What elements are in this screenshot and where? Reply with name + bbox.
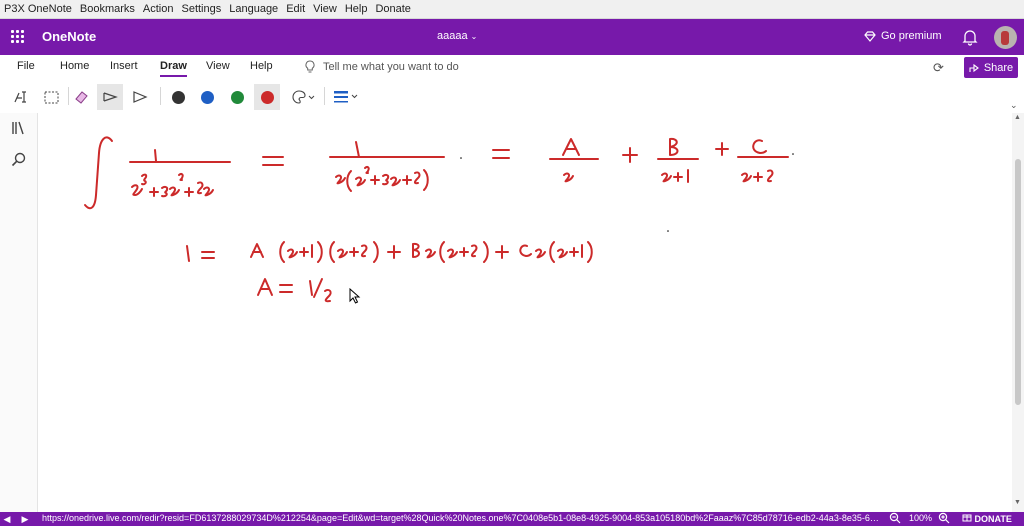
pen-color-swatch [171,90,185,104]
highlighter-tool-glyph [133,91,148,103]
toolbar-divider [324,87,325,105]
collapse-ribbon-icon[interactable]: ⌄ [1010,100,1018,111]
share-label: Share [983,61,1014,74]
back-arrow-icon[interactable]: ◀ [0,514,14,525]
diamond-icon [864,30,876,42]
sync-icon[interactable]: ⟳ [933,60,944,76]
notebooks-library-icon[interactable] [10,119,28,137]
tab-insert[interactable]: Insert [110,60,138,72]
pen-color-black[interactable] [165,84,191,110]
draw-toolbar [0,81,1024,112]
notebook-name: aaaaa [437,30,468,42]
pen-color-blue[interactable] [194,84,220,110]
zoom-out-icon[interactable] [889,512,901,524]
left-navigation [0,113,38,512]
menu-donate[interactable]: Donate [371,3,414,15]
handwritten-ink [84,136,794,303]
tell-me-placeholder: Tell me what you want to do [323,60,459,73]
lightbulb-icon [305,60,315,73]
tab-help[interactable]: Help [250,60,273,72]
status-bar: ◀ ▶ https://onedrive.live.com/redir?resi… [0,512,1024,526]
notifications-bell-icon[interactable] [962,28,978,46]
notebook-title[interactable]: aaaaa ⌄ [437,30,477,42]
highlighter-tool-icon[interactable] [127,84,153,110]
eraser-glyph [74,91,88,104]
pen-tool-glyph [103,92,118,102]
menu-help[interactable]: Help [341,3,372,15]
scrollbar-thumb[interactable] [1015,159,1021,405]
line-weight-dropdown[interactable] [330,84,362,110]
pen-color-swatch [230,90,244,104]
note-canvas[interactable] [38,113,1012,512]
palette-icon [292,90,315,104]
tab-home[interactable]: Home [60,60,89,72]
type-select-icon[interactable] [8,84,34,110]
menu-action[interactable]: Action [139,3,178,15]
lasso-select-glyph [44,91,58,103]
share-icon [969,63,979,72]
pen-color-green[interactable] [224,84,250,110]
app-brand[interactable]: OneNote [42,29,96,44]
share-button[interactable]: Share [964,57,1018,78]
vertical-scrollbar[interactable]: ▲ ▼ [1012,113,1024,512]
menu-app-title[interactable]: P3X OneNote [0,3,76,15]
scroll-down-icon[interactable]: ▼ [1014,499,1021,506]
donate-button[interactable]: DONATE [962,513,1012,524]
chevron-down-icon: ⌄ [470,32,478,41]
zoom-level: 100% [909,513,933,523]
ribbon-tabs: File Home Insert Draw View Help Tell me … [0,56,1024,81]
user-avatar[interactable] [994,26,1017,49]
type-select-glyph [14,91,26,103]
tab-view[interactable]: View [206,60,230,72]
search-icon[interactable] [10,151,28,169]
go-premium-label: Go premium [881,30,942,42]
menu-view[interactable]: View [309,3,341,15]
menu-settings[interactable]: Settings [177,3,225,15]
app-menu-bar: P3X OneNote Bookmarks Action Settings La… [0,0,1024,19]
go-premium-button[interactable]: Go premium [864,30,942,42]
app-launcher-icon[interactable] [11,30,25,44]
line-weight-icon [334,91,358,103]
pen-color-swatch [200,90,214,104]
pen-color-swatch [260,90,274,104]
menu-edit[interactable]: Edit [282,3,309,15]
toolbar-divider [160,87,161,105]
tab-draw[interactable]: Draw [160,60,187,77]
eraser-icon[interactable] [68,84,94,110]
app-header: OneNote aaaaa ⌄ Go premium [0,19,1024,55]
zoom-in-icon[interactable] [938,512,950,524]
scroll-up-icon[interactable]: ▲ [1014,114,1021,121]
tell-me-search[interactable]: Tell me what you want to do [305,60,459,73]
mouse-cursor-icon [349,288,361,304]
forward-arrow-icon[interactable]: ▶ [18,514,32,525]
pen-color-red[interactable] [254,84,280,110]
menu-bookmarks[interactable]: Bookmarks [76,3,139,15]
donate-heart-icon [962,514,972,522]
status-url[interactable]: https://onedrive.live.com/redir?resid=FD… [42,513,882,523]
pen-tool-icon[interactable] [97,84,123,110]
color-palette-dropdown[interactable] [288,84,318,110]
tab-file[interactable]: File [17,60,35,72]
lasso-select-icon[interactable] [38,84,64,110]
menu-language[interactable]: Language [225,3,282,15]
donate-label: DONATE [974,514,1012,524]
